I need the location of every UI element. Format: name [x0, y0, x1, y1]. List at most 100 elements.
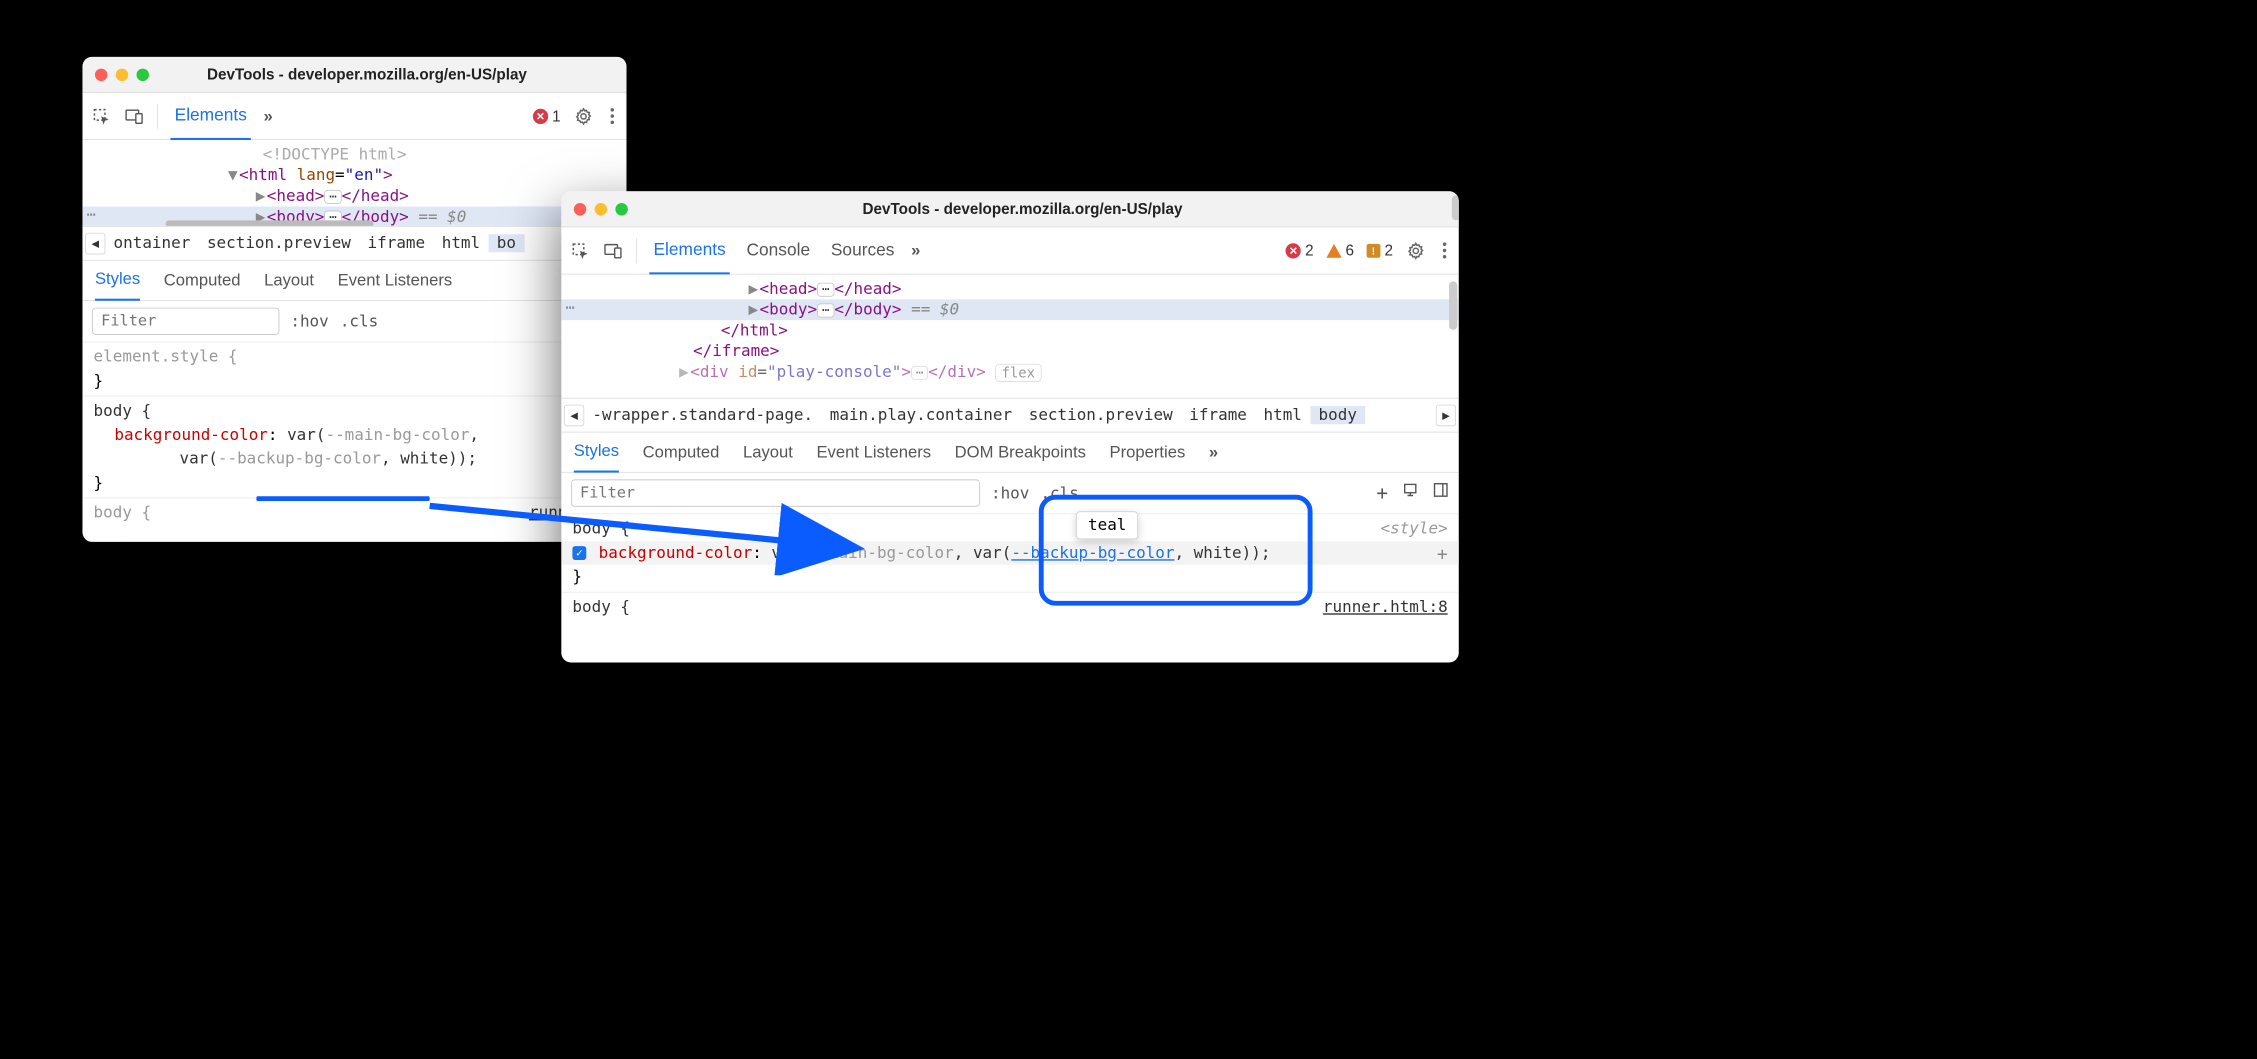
crumb-item[interactable]: main.play.container	[821, 406, 1020, 424]
subtab-layout[interactable]: Layout	[743, 442, 793, 461]
dom-node[interactable]: <!DOCTYPE html>	[82, 144, 626, 165]
style-rule-close: }	[82, 369, 626, 393]
tab-elements[interactable]: Elements	[170, 93, 251, 140]
vertical-scrollbar[interactable]	[1452, 195, 1459, 220]
style-rule[interactable]: body { runner.html:8	[561, 595, 1458, 619]
subtab-properties[interactable]: Properties	[1109, 442, 1185, 461]
style-rule[interactable]: body { <style>	[561, 517, 1458, 541]
style-rule-close: }	[82, 471, 626, 495]
flex-badge[interactable]: flex	[995, 363, 1041, 381]
maximize-window-button[interactable]	[615, 203, 627, 215]
device-toggle-icon[interactable]	[124, 106, 145, 127]
settings-icon[interactable]	[1405, 240, 1426, 261]
titlebar[interactable]: DevTools - developer.mozilla.org/en-US/p…	[82, 57, 626, 93]
settings-icon[interactable]	[573, 106, 594, 127]
tab-elements[interactable]: Elements	[649, 227, 730, 274]
subtab-computed[interactable]: Computed	[164, 271, 241, 290]
dom-node-html-close[interactable]: </html>	[561, 320, 1458, 341]
error-icon: ✕	[1286, 243, 1301, 258]
crumb-item[interactable]: -wrapper.standard-page.	[584, 406, 821, 424]
style-rule[interactable]: element.style {	[82, 345, 626, 369]
crumb-item[interactable]: section.preview	[1020, 406, 1181, 424]
css-declaration[interactable]: background-color: var(--main-bg-color,	[82, 423, 626, 447]
subtab-layout[interactable]: Layout	[264, 271, 314, 290]
expand-ellipsis-icon[interactable]: ⋯	[911, 366, 928, 380]
tab-console[interactable]: Console	[742, 240, 814, 260]
titlebar[interactable]: DevTools - developer.mozilla.org/en-US/p…	[561, 191, 1458, 227]
expand-ellipsis-icon[interactable]: ⋯	[817, 303, 834, 317]
style-rule[interactable]: body { <st	[82, 399, 626, 423]
crumb-next-icon[interactable]: ▶	[1436, 404, 1456, 425]
rendering-icon[interactable]	[1402, 482, 1419, 505]
dom-node-html[interactable]: ▼<html lang="en">	[82, 165, 626, 186]
devtools-toolbar: Elements » ✕ 1	[82, 93, 626, 140]
dom-node-body[interactable]: ▶<body>⋯</body> == $0	[561, 299, 1458, 320]
more-tabs-icon[interactable]: »	[911, 241, 920, 260]
kebab-menu-icon[interactable]	[606, 104, 618, 128]
gutter-indicator-icon: ⋯	[565, 299, 576, 316]
info-icon: !	[1366, 244, 1380, 258]
crumb-item-selected[interactable]: body	[1310, 406, 1365, 424]
horizontal-scrollbar[interactable]	[166, 220, 374, 226]
toolbar-separator	[157, 104, 158, 129]
warning-count-badge[interactable]: 6	[1326, 242, 1354, 260]
more-tabs-icon[interactable]: »	[263, 106, 272, 125]
crumb-item-selected[interactable]: bo	[488, 234, 524, 252]
error-count-badge[interactable]: ✕ 1	[533, 107, 561, 125]
property-checkbox[interactable]: ✓	[572, 546, 586, 560]
css-declaration[interactable]: ✓ background-color: var(--main-bg-color,…	[561, 541, 1458, 565]
styles-panel[interactable]: body { <style> ✓ background-color: var(-…	[561, 514, 1458, 619]
computed-panel-icon[interactable]	[1432, 482, 1449, 505]
css-variable-link[interactable]: --backup-bg-color	[1011, 544, 1174, 562]
subtab-computed[interactable]: Computed	[643, 442, 720, 461]
expand-ellipsis-icon[interactable]: ⋯	[817, 282, 834, 296]
dom-node-iframe-close[interactable]: </iframe>	[561, 341, 1458, 362]
hov-toggle[interactable]: :hov	[991, 484, 1029, 502]
close-window-button[interactable]	[574, 203, 586, 215]
dom-node-head[interactable]: ▶<head>⋯</head>	[561, 279, 1458, 300]
styles-filter-input[interactable]	[92, 308, 279, 335]
crumb-item[interactable]: html	[433, 234, 488, 252]
tab-sources[interactable]: Sources	[827, 240, 899, 260]
css-declaration-cont[interactable]: var(--backup-bg-color, white));	[82, 447, 626, 471]
close-window-button[interactable]	[95, 68, 107, 80]
minimize-window-button[interactable]	[595, 203, 607, 215]
inspect-icon[interactable]	[91, 106, 112, 127]
error-count-badge[interactable]: ✕ 2	[1286, 242, 1314, 260]
crumb-item[interactable]: section.preview	[199, 234, 360, 252]
expand-ellipsis-icon[interactable]: ⋯	[324, 190, 341, 204]
dom-tree[interactable]: ▶<head>⋯</head> ▶<body>⋯</body> == $0 </…	[561, 274, 1458, 397]
subtab-event-listeners[interactable]: Event Listeners	[816, 442, 931, 461]
info-count-badge[interactable]: ! 2	[1366, 242, 1393, 260]
more-subtabs-icon[interactable]: »	[1209, 442, 1218, 461]
subtab-event-listeners[interactable]: Event Listeners	[338, 271, 453, 290]
styles-tabbar: Styles Computed Layout Event Listeners D…	[561, 432, 1458, 472]
rule-source-link[interactable]: <style>	[1380, 517, 1447, 541]
device-toggle-icon[interactable]	[603, 240, 624, 261]
dom-tree[interactable]: <!DOCTYPE html> ▼<html lang="en"> ▶<head…	[82, 140, 626, 226]
vertical-scrollbar[interactable]	[1449, 281, 1457, 330]
cls-toggle[interactable]: .cls	[1040, 484, 1078, 502]
new-rule-icon[interactable]: +	[1376, 482, 1388, 505]
kebab-menu-icon[interactable]	[1439, 238, 1451, 262]
subtab-dom-breakpoints[interactable]: DOM Breakpoints	[955, 442, 1086, 461]
crumb-prev-icon[interactable]: ◀	[85, 233, 105, 254]
crumb-item[interactable]: html	[1255, 406, 1310, 424]
crumb-item[interactable]: iframe	[359, 234, 433, 252]
maximize-window-button[interactable]	[137, 68, 149, 80]
warning-icon	[1326, 244, 1341, 258]
subtab-styles[interactable]: Styles	[95, 260, 140, 300]
crumb-prev-icon[interactable]: ◀	[564, 404, 584, 425]
inspect-icon[interactable]	[570, 240, 591, 261]
styles-filter-input[interactable]	[571, 480, 980, 507]
style-rule[interactable]: body { runner.ht	[82, 501, 626, 525]
rule-source-link[interactable]: runner.html:8	[1323, 595, 1448, 619]
crumb-item[interactable]: ontainer	[105, 234, 198, 252]
crumb-item[interactable]: iframe	[1181, 406, 1255, 424]
cls-toggle[interactable]: .cls	[340, 312, 378, 330]
subtab-styles[interactable]: Styles	[574, 432, 619, 472]
minimize-window-button[interactable]	[116, 68, 128, 80]
dom-node-div[interactable]: ▶<div id="play-console">⋯</div> flex	[561, 362, 1458, 383]
dom-node-head[interactable]: ▶<head>⋯</head>	[82, 186, 626, 207]
hov-toggle[interactable]: :hov	[290, 312, 328, 330]
